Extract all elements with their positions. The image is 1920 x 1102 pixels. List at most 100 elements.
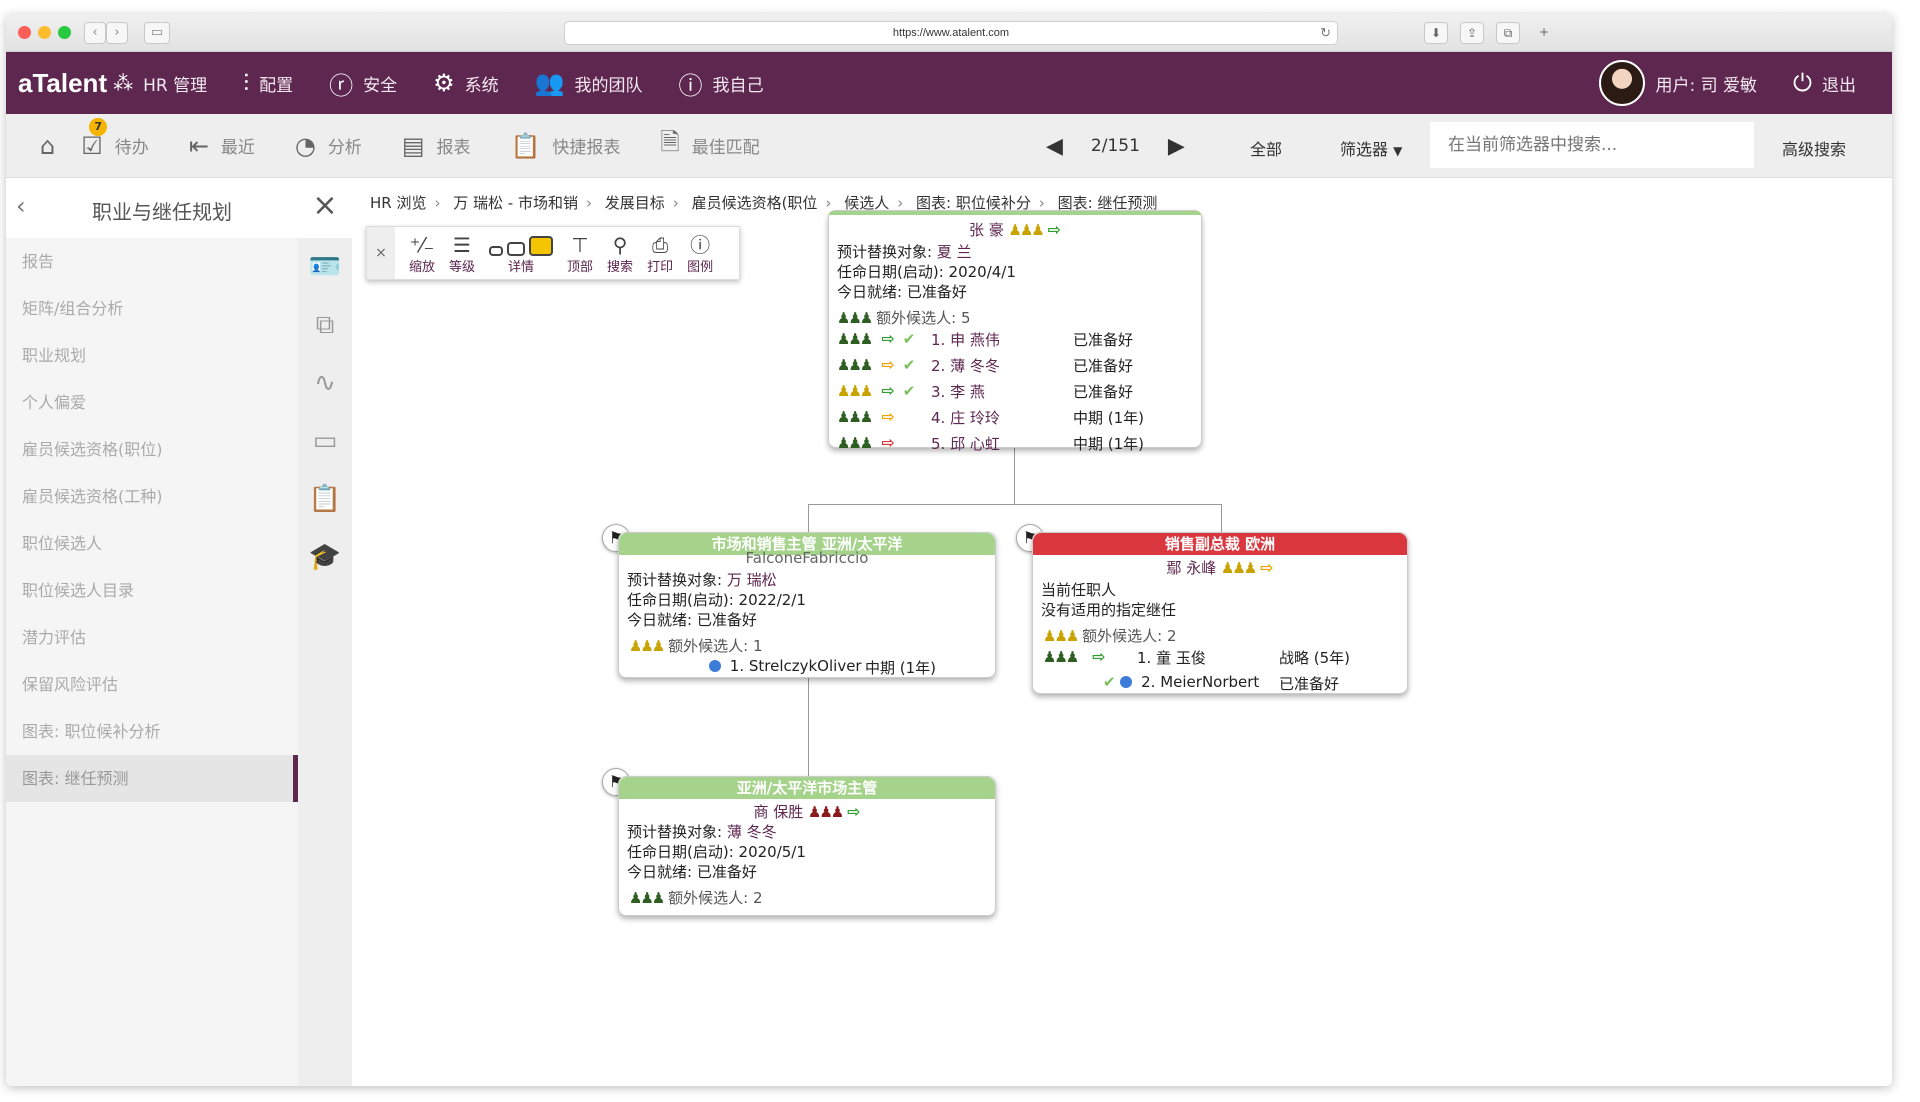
top-tool[interactable]: ⊤ 顶部 (567, 234, 593, 279)
sidebar-item[interactable]: 雇员候选资格(工种) (6, 473, 298, 520)
candidate-name[interactable]: 1. 童 玉俊 (1137, 647, 1206, 668)
legend-tool[interactable]: ⓘ 图例 (687, 234, 713, 279)
new-tab-icon[interactable]: + (1532, 22, 1556, 44)
nav-system[interactable]: ⚙ 系统 (433, 69, 499, 97)
nav-myself[interactable]: ⓘ 我自己 (679, 66, 764, 101)
close-window-button[interactable] (18, 26, 31, 39)
readiness-today: 今日就绪: 已准备好 (627, 863, 757, 881)
todo-icon: ☑ 7 (81, 117, 108, 160)
search-input[interactable] (1430, 122, 1754, 168)
nav-my-team[interactable]: 👥 我的团队 (535, 69, 643, 97)
prev-page-icon[interactable]: ◀ (1046, 134, 1063, 159)
incumbent-name[interactable]: 鄢 永峰 (1166, 559, 1216, 577)
minimize-window-button[interactable] (38, 26, 51, 39)
candidate-name[interactable]: 2. 薄 冬冬 (931, 355, 1000, 376)
sidebar-item[interactable]: 报告 (6, 238, 298, 285)
logout-button[interactable]: ⏻ 退出 (1793, 69, 1856, 97)
sidebar-item[interactable]: 职位候选人目录 (6, 567, 298, 614)
exit-icon: ⇨ (1260, 558, 1274, 577)
url-text: https://www.atalent.com (892, 27, 1010, 39)
people-icon: ♟♟♟ (1043, 627, 1079, 645)
url-bar[interactable]: https://www.atalent.com ↻ (564, 21, 1338, 45)
home-button[interactable]: ⌂ (40, 132, 55, 160)
candidate-row[interactable]: ♟♟♟ ⇨ (837, 407, 919, 426)
candidate-row[interactable]: ♟♟♟ ⇨ ✔ (837, 381, 919, 400)
sidebar-item[interactable]: 图表: 职位候补分析 (6, 708, 298, 755)
tabs-icon[interactable]: ⧉ (1496, 22, 1520, 44)
candidate-status: 已准备好 (1073, 383, 1134, 401)
sidebar-item[interactable]: 矩阵/组合分析 (6, 285, 298, 332)
replace-name[interactable]: 万 瑞松 (727, 571, 777, 589)
sidebar-item[interactable]: 个人偏爱 (6, 379, 298, 426)
candidate-name[interactable]: 3. 李 燕 (931, 381, 985, 402)
avatar[interactable] (1599, 60, 1646, 106)
close-panel-icon[interactable]: × (298, 178, 352, 238)
sidebar-item[interactable]: 潜力评估 (6, 614, 298, 661)
app-logo[interactable]: aTalent (18, 68, 107, 99)
replace-name[interactable]: 夏 兰 (937, 243, 972, 261)
window-icon[interactable]: ▭ (298, 412, 352, 470)
position-card-left[interactable]: 市场和销售主管 亚洲/太平洋 FalconeFabriccio 预计替换对象: … (618, 532, 996, 678)
sidebar-toggle-icon[interactable]: ▭ (144, 22, 170, 44)
close-toolbar-button[interactable]: × (367, 227, 395, 279)
candidate-name[interactable]: 5. 邱 心虹 (931, 433, 1000, 454)
nav-hr-management[interactable]: HR 管理 (143, 71, 207, 96)
incumbent-name[interactable]: 张 豪 (969, 221, 1004, 239)
analysis-button[interactable]: ◔ 分析 (295, 132, 362, 160)
browser-forward-icon[interactable]: › (106, 22, 128, 44)
candidate-name[interactable]: 1. StrelczykOliver (730, 657, 862, 675)
next-page-icon[interactable]: ▶ (1168, 134, 1185, 159)
zoom-tool[interactable]: ⁺⁄₋ 缩放 (409, 234, 435, 279)
graduation-cap-icon[interactable]: 🎓 (298, 528, 352, 586)
detail-tool[interactable]: 详情 (489, 234, 554, 279)
nav-security[interactable]: ⓡ 安全 (329, 66, 397, 101)
share-icon[interactable]: ⇪ (1460, 22, 1484, 44)
main-navigation: aTalent ⁂ HR 管理 ⫶ 配置 ⓡ 安全 ⚙ 系统 👥 我的团队 ⓘ … (6, 52, 1892, 114)
filter-dropdown[interactable]: 筛选器 ▼ (1340, 136, 1402, 160)
back-arrow-icon[interactable]: ‹ (16, 192, 26, 220)
filter-all-button[interactable]: 全部 (1250, 136, 1282, 160)
search-tool[interactable]: ⚲ 搜索 (607, 234, 633, 279)
quick-reports-button[interactable]: 📋 快捷报表 (511, 132, 621, 160)
recent-button[interactable]: ⇤ 最近 (189, 132, 255, 160)
advanced-search-button[interactable]: 高级搜索 (1782, 136, 1846, 160)
best-match-button[interactable]: 🗎 最佳匹配 (660, 125, 759, 166)
candidate-row[interactable]: ♟♟♟ ⇨ ✔ (837, 329, 919, 348)
position-card-top[interactable]: 张 豪 ♟♟♟ ⇨ 预计替换对象: 夏 兰 任命日期(启动): 2020/4/1… (828, 210, 1202, 453)
reports-button[interactable]: ▤ 报表 (402, 132, 471, 160)
position-card-right[interactable]: 销售副总裁 欧洲 鄢 永峰 ♟♟♟ ⇨ 当前任职人 没有适用的指定继任 ♟♟♟ … (1032, 532, 1408, 694)
sidebar-item[interactable]: 职位候选人 (6, 520, 298, 567)
candidate-row[interactable]: ♟♟♟ ⇨ (837, 433, 919, 452)
breadcrumb-item[interactable]: HR 浏览 (370, 194, 426, 212)
todo-button[interactable]: ☑ 7 待办 (81, 117, 149, 160)
browser-back-icon[interactable]: ‹ (84, 22, 106, 44)
nav-config[interactable]: ⫶ 配置 (243, 69, 293, 97)
sliders-icon: ⫶ (243, 69, 250, 97)
breadcrumb-item[interactable]: 万 瑞松 - 市场和销 (453, 194, 578, 212)
trend-line-icon[interactable]: ∿ (298, 354, 352, 412)
level-tool[interactable]: ☰ 等级 (449, 234, 475, 279)
maximize-window-button[interactable] (58, 26, 71, 39)
candidate-row[interactable]: ♟♟♟ ⇨ ✔ (837, 355, 919, 374)
clipboard-list-icon[interactable]: 📋 (298, 470, 352, 528)
print-tool[interactable]: ⎙ 打印 (647, 234, 673, 279)
candidate-name[interactable]: 2. MeierNorbert (1141, 673, 1259, 691)
incumbent-name[interactable]: 商 保胜 (753, 803, 803, 821)
download-icon[interactable]: ⬇ (1424, 22, 1448, 44)
replace-name[interactable]: 薄 冬冬 (727, 823, 777, 841)
top-label: 顶部 (567, 260, 594, 275)
sidebar-item[interactable]: 雇员候选资格(职位) (6, 426, 298, 473)
profile-card-icon[interactable]: 🪪 (298, 238, 352, 296)
candidate-name[interactable]: 4. 庄 玲玲 (931, 407, 1000, 428)
candidate-name[interactable]: 1. 申 燕伟 (931, 329, 1000, 350)
candidate-status: 中期 (1年) (1073, 409, 1145, 427)
breadcrumb-item[interactable]: 雇员候选资格(职位 (692, 194, 818, 212)
breadcrumb-item[interactable]: 发展目标 (605, 194, 665, 212)
reload-icon[interactable]: ↻ (1320, 22, 1331, 44)
sidebar-item[interactable]: 图表: 继任预测 (6, 755, 298, 802)
user-label[interactable]: 用户: 司 爱敏 (1655, 71, 1757, 96)
sidebar-item[interactable]: 职业规划 (6, 332, 298, 379)
copy-icon[interactable]: ⧉ (298, 296, 352, 354)
position-card-bottom[interactable]: 亚洲/太平洋市场主管 商 保胜 ♟♟♟ ⇨ 预计替换对象: 薄 冬冬 任命日期(… (618, 776, 996, 916)
sidebar-item[interactable]: 保留风险评估 (6, 661, 298, 708)
